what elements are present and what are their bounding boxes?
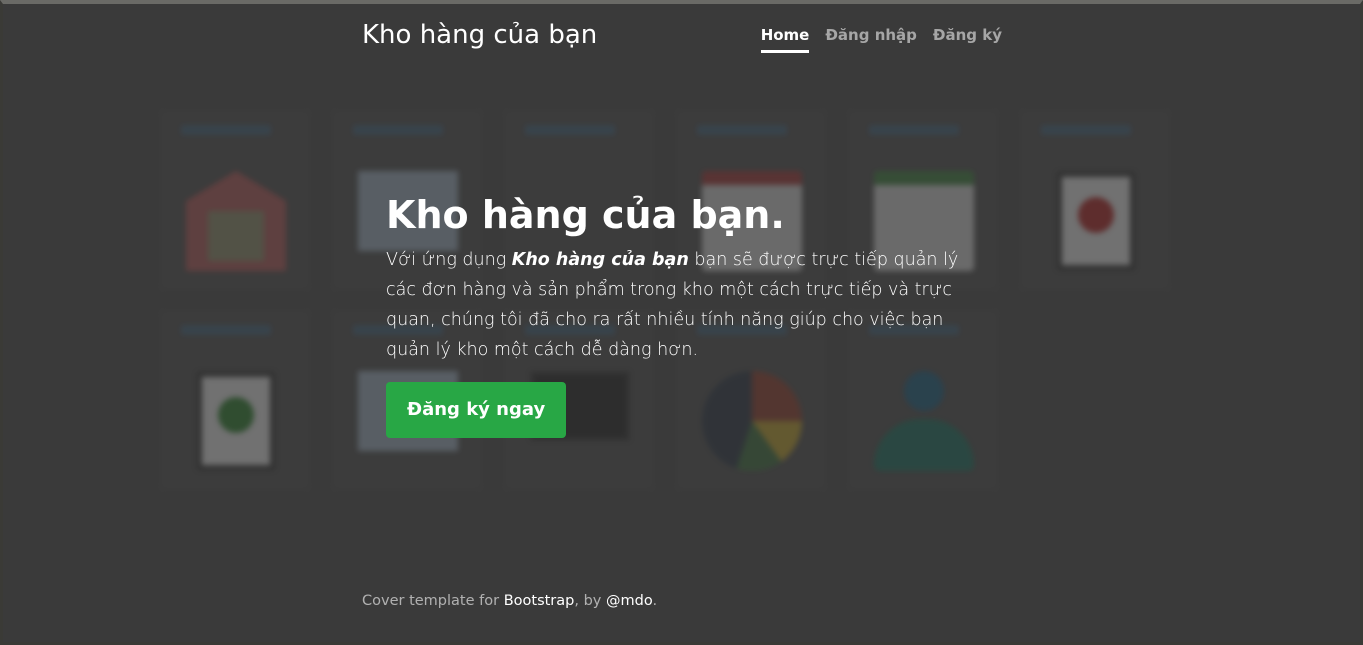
- mdo-link[interactable]: @mdo: [606, 593, 652, 609]
- brand-title: Kho hàng của bạn: [362, 20, 598, 50]
- masthead: Kho hàng của bạn Home Đăng nhập Đăng ký: [362, 18, 1002, 58]
- footer-middle: , by: [574, 593, 606, 609]
- cover-lead: Với ứng dụng Kho hàng của bạn bạn sẽ đượ…: [386, 245, 986, 365]
- lead-text-start: Với ứng dụng: [386, 250, 512, 270]
- bootstrap-link[interactable]: Bootstrap: [504, 593, 575, 609]
- nav-register[interactable]: Đăng ký: [933, 26, 1002, 53]
- nav-login[interactable]: Đăng nhập: [825, 26, 917, 53]
- nav-home[interactable]: Home: [760, 26, 810, 53]
- cover-section: Kho hàng của bạn. Với ứng dụng Kho hàng …: [386, 193, 986, 438]
- cover-heading: Kho hàng của bạn.: [386, 193, 785, 237]
- lead-app-name: Kho hàng của bạn: [511, 250, 689, 270]
- footer-suffix: .: [652, 593, 658, 609]
- footer-prefix: Cover template for: [362, 593, 504, 609]
- main-nav: Home Đăng nhập Đăng ký: [760, 26, 1002, 53]
- register-now-button[interactable]: Đăng ký ngay: [386, 382, 567, 438]
- footer: Cover template for Bootstrap, by @mdo.: [362, 593, 657, 609]
